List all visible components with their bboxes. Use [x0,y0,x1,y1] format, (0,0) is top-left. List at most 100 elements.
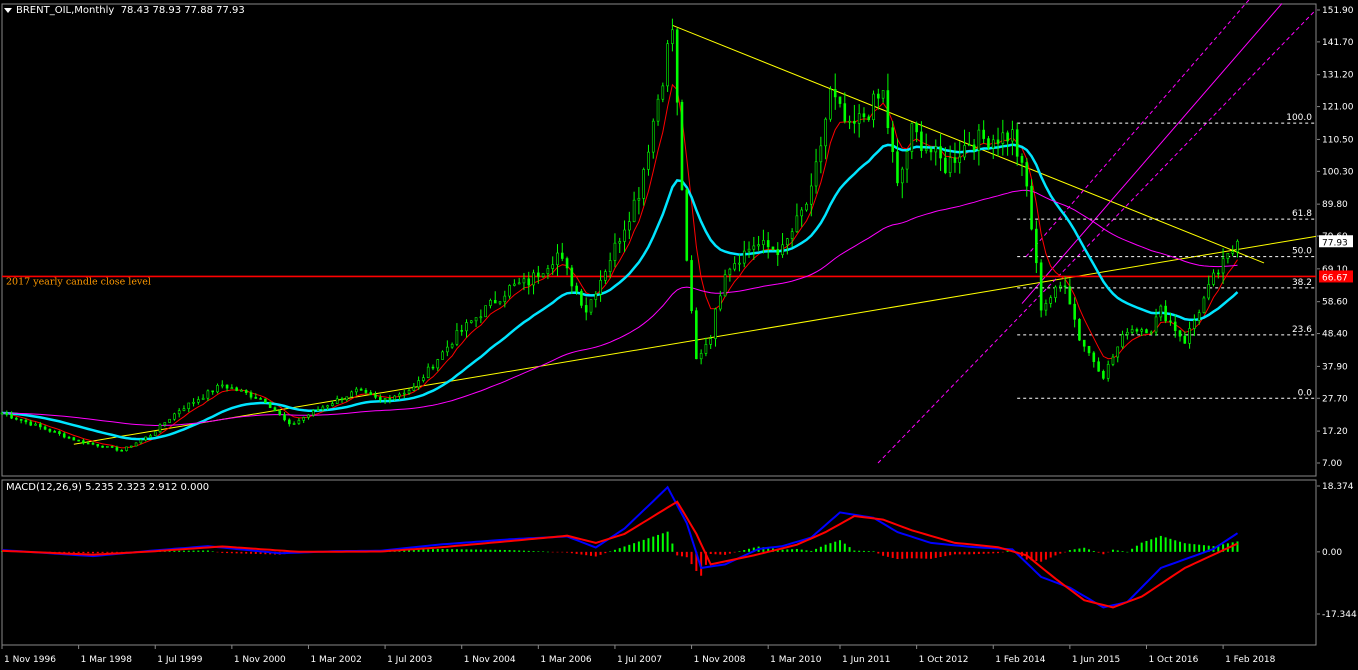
candle-body [388,398,392,400]
macd-histogram-bar [724,551,727,555]
macd-histogram-bar [891,551,894,558]
candle-body [1207,284,1211,299]
candle-body [632,199,636,222]
y-axis-tick-label: 100.30 [1322,167,1354,177]
x-axis-tick-label: 1 Nov 2008 [694,655,746,665]
candle-body [709,338,713,345]
candle-body [738,262,741,265]
candle-body [5,412,9,415]
candle-body [53,431,56,433]
macd-histogram-bar [719,551,722,555]
macd-axis-tick-label: 0.00 [1322,548,1342,558]
macd-axis-tick-label: -17.344 [1322,610,1357,620]
candle-body [62,433,66,438]
candle-body [556,252,559,266]
candle-body [158,424,162,433]
support-trendline [73,235,1317,445]
candle-body [728,268,732,276]
x-axis-tick-label: 1 Oct 2012 [919,655,969,665]
candle-body [651,120,655,153]
candle-body [666,43,669,87]
macd-histogram-bar [111,551,114,553]
chart-canvas[interactable]: 100.0 61.8 50.0 38.2 23.6 0.0 2017 yearly cand… [0,0,1358,670]
macd-histogram-bar [532,551,535,552]
candle-body [402,392,406,395]
candle-body [695,310,698,360]
candle-body [177,410,181,415]
candle-body [972,144,976,151]
candle-body [129,445,133,448]
candle-body [1183,335,1187,344]
candle-body [1106,364,1110,379]
macd-histogram-bar [647,538,650,552]
macd-histogram-bar [1049,551,1052,558]
candle-body [991,139,995,149]
candle-body [570,267,574,287]
macd-histogram-bar [1174,540,1177,552]
macd-histogram-bar [728,551,731,554]
candle-body [249,392,253,398]
x-axis-tick-label: 1 Mar 2006 [540,655,592,665]
candle-body [814,161,818,187]
candle-body [450,343,454,348]
candle-body [1236,240,1239,252]
macd-histogram-bar [585,551,588,556]
macd-histogram-bar [633,543,636,552]
y-axis-tick-label: 7.00 [1322,459,1342,469]
macd-histogram-bar [1102,551,1105,555]
macd-histogram-bar [187,550,190,552]
candle-body [541,273,545,277]
candle-body [273,407,277,412]
candle-body [623,229,626,242]
macd-histogram-bar [1040,551,1043,562]
candle-body [857,113,861,124]
candle-body [216,385,219,393]
candle-body [364,390,368,393]
candle-body [795,215,799,232]
macd-histogram-bar [805,550,808,552]
channel-upper-line [1025,0,1250,257]
macd-histogram-bar [738,551,741,552]
macd-histogram-bar [436,548,439,552]
candle-body [968,144,971,147]
candle-body [244,390,248,393]
candle-body [833,89,837,98]
candle-body [139,439,143,444]
candle-body [436,359,440,369]
candle-body [34,423,37,426]
macd-histogram-bar [508,550,511,552]
candle-body [1063,285,1067,288]
macd-histogram-bar [465,549,468,552]
candle-body [1126,331,1129,335]
candle-body [608,260,612,272]
candle-body [350,391,353,398]
candle-body [0,412,4,415]
candle-body [1116,346,1120,358]
dropdown-triangle-icon[interactable] [4,7,12,13]
candle-body [699,353,703,360]
macd-header: MACD(12,26,9) 5.235 2.323 2.912 0.000 [6,482,210,493]
macd-histogram-bar [91,551,94,554]
candle-body [776,249,780,256]
candle-body [690,260,693,311]
candle-body [1217,272,1220,275]
candle-body [120,449,124,452]
macd-histogram-bar [503,549,506,552]
y-axis-tick-label: 37.90 [1322,362,1348,372]
candle-body [853,120,856,124]
candle-body [939,146,942,159]
candle-body [809,185,813,205]
macd-histogram-bar [714,551,717,555]
candle-body [182,408,186,411]
macd-histogram-bar [652,536,655,552]
macd-histogram-bar [1135,545,1138,552]
macd-histogram-bar [240,551,243,554]
macd-histogram-bar [580,551,583,555]
macd-histogram-bar [1097,551,1100,553]
x-axis-tick-label: 1 Jul 1999 [157,655,202,665]
macd-histogram-bar [618,548,621,552]
macd-histogram-bar [96,551,99,554]
macd-histogram-bar [173,550,176,552]
candle-body [1035,228,1038,264]
macd-histogram-bar [1193,544,1196,552]
